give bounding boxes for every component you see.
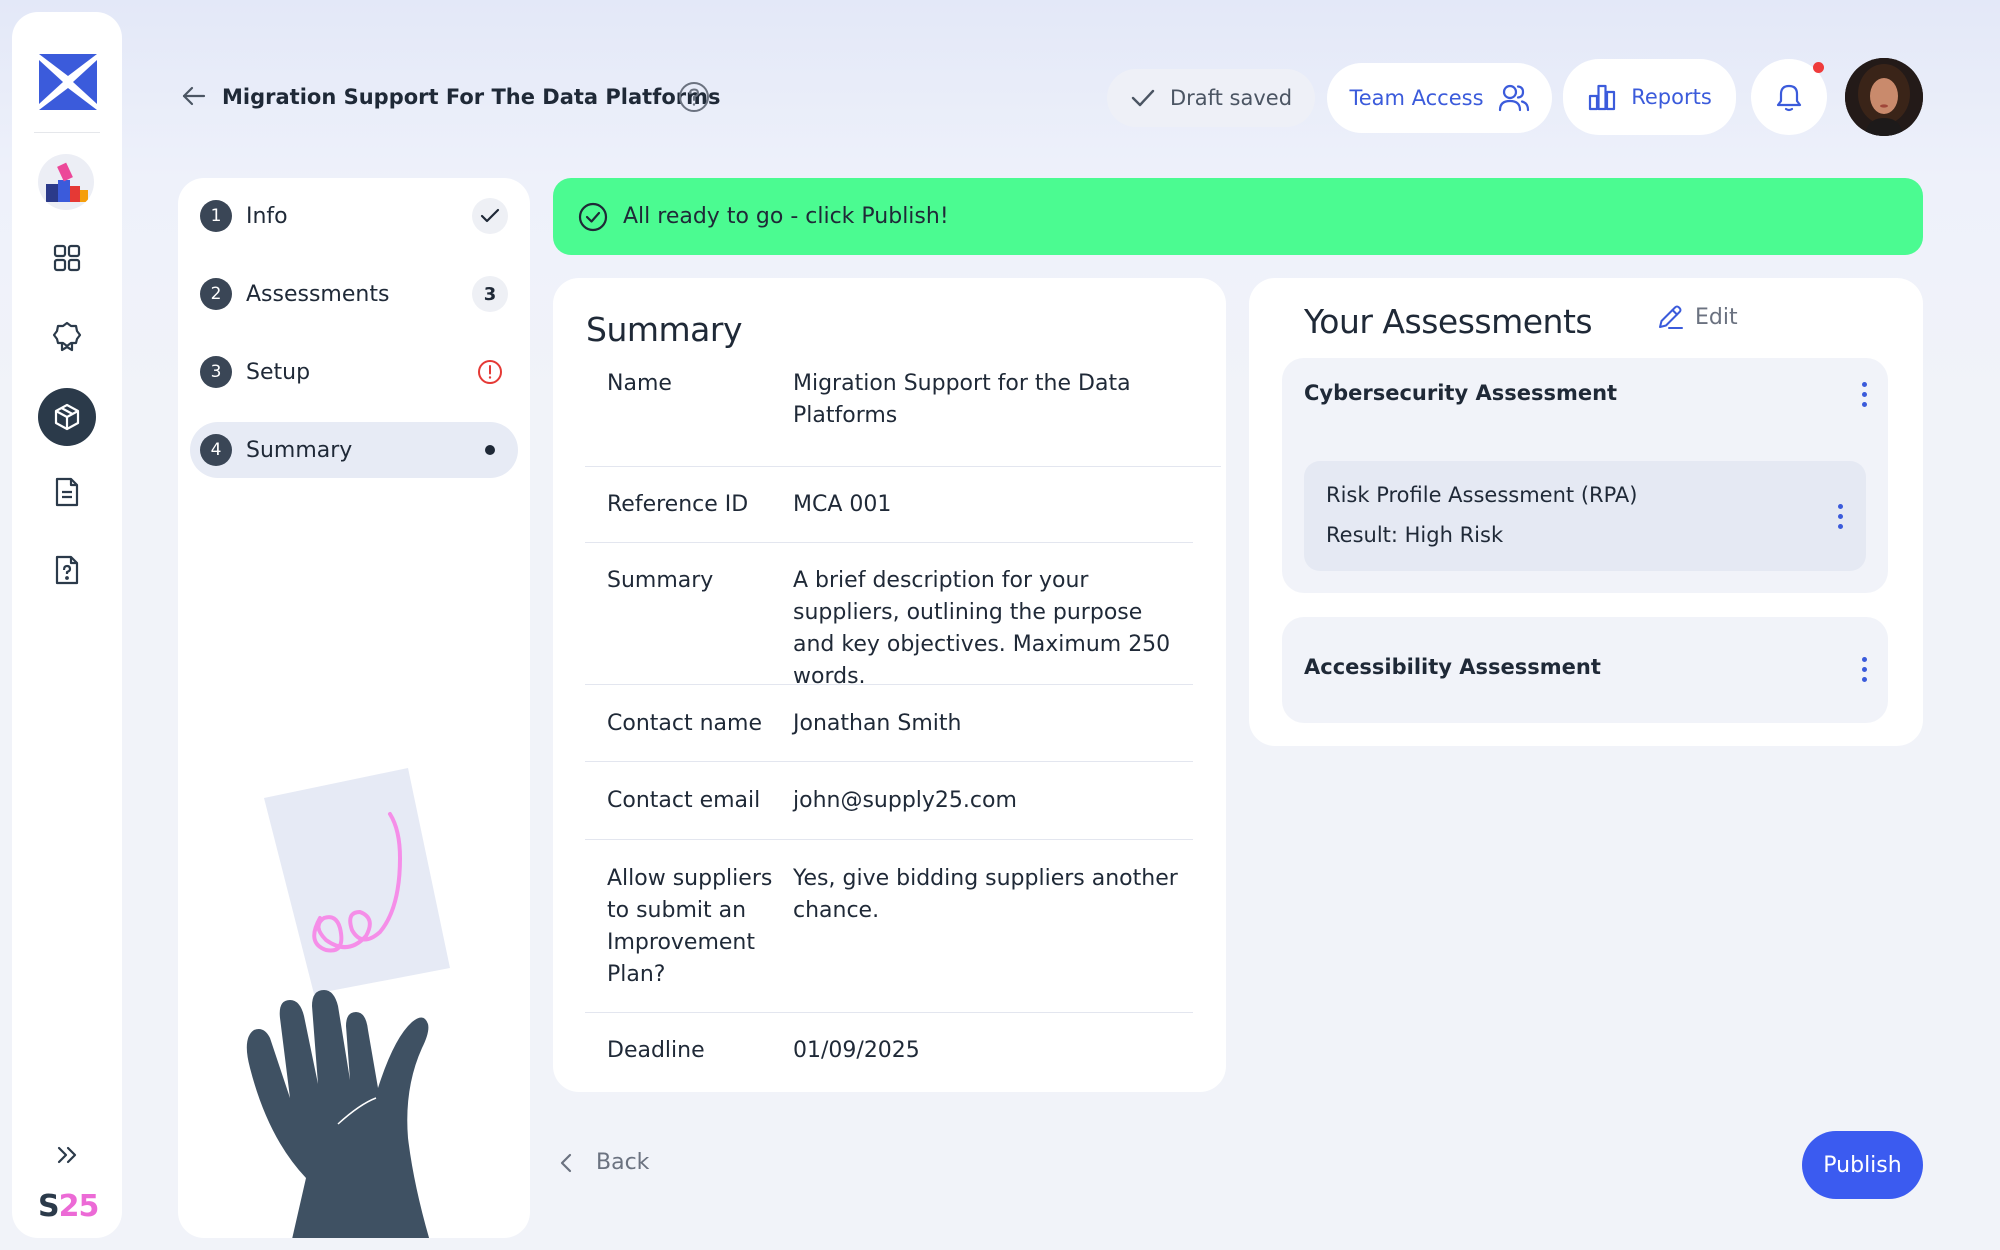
chevron-left-icon [560, 1153, 572, 1172]
step-warning-badge [472, 354, 508, 390]
group-title: Accessibility Assessment [1304, 655, 1601, 679]
row-value: Migration Support for the Data Platforms [793, 371, 1131, 428]
document-icon[interactable] [49, 474, 85, 510]
back-arrow-icon[interactable] [180, 82, 208, 110]
app-logo-icon[interactable] [39, 54, 97, 110]
help-document-icon[interactable] [49, 552, 85, 588]
sidebar-divider [34, 132, 100, 133]
bell-icon [1776, 84, 1802, 112]
draft-status-label: Draft saved [1169, 86, 1293, 110]
summary-row-deadline: Deadline 01/09/2025 [585, 1013, 1193, 1091]
row-label: Summary [607, 568, 714, 593]
edit-assessments-button[interactable]: Edit [1655, 302, 1738, 332]
expand-sidebar-icon[interactable] [52, 1140, 82, 1170]
help-circle-icon[interactable] [678, 81, 710, 113]
summary-row-contact-email: Contact email john@supply25.com [585, 762, 1193, 840]
check-circle-icon [578, 202, 608, 231]
step-number: 4 [200, 434, 232, 466]
steps-panel: 1 Info 2 Assessments 3 3 Setup 4 Summary [178, 178, 530, 1238]
step-label: Assessments [246, 281, 390, 307]
award-badge-icon[interactable] [49, 318, 85, 354]
back-label: Back [596, 1150, 650, 1175]
team-access-button[interactable]: Team Access [1327, 63, 1552, 133]
row-label: Contact email [607, 788, 761, 813]
reports-label: Reports [1631, 85, 1712, 109]
pencil-icon [1659, 305, 1683, 329]
assessment-item[interactable]: Risk Profile Assessment (RPA) Result: Hi… [1304, 461, 1866, 571]
banner-message: All ready to go - click Publish! [623, 204, 949, 229]
step-setup[interactable]: 3 Setup [190, 344, 518, 400]
row-label: Reference ID [607, 492, 749, 517]
publish-button[interactable]: Publish [1802, 1131, 1923, 1199]
step-count-badge: 3 [472, 276, 508, 312]
step-number: 2 [200, 278, 232, 310]
brand-wordmark: S25 [38, 1189, 99, 1224]
row-label: Name [607, 371, 672, 396]
assessment-item-title: Risk Profile Assessment (RPA) [1326, 483, 1638, 507]
row-value: MCA 001 [793, 492, 892, 517]
more-options-icon[interactable] [1854, 653, 1874, 685]
step-assessments[interactable]: 2 Assessments 3 [190, 266, 518, 322]
workspace-avatar[interactable] [38, 154, 94, 210]
assessments-title: Your Assessments [1304, 302, 1593, 341]
assessment-item-result: Result: High Risk [1326, 523, 1504, 547]
summary-row-contact-name: Contact name Jonathan Smith [585, 685, 1193, 762]
summary-row-improvement-plan: Allow suppliers to submit an Improvement… [585, 840, 1193, 1013]
row-value: 01/09/2025 [793, 1038, 920, 1063]
users-icon [1498, 84, 1529, 112]
edit-label: Edit [1695, 304, 1738, 330]
more-options-icon[interactable] [1854, 378, 1874, 410]
warning-icon [478, 360, 502, 384]
step-label: Setup [246, 359, 311, 385]
group-title: Cybersecurity Assessment [1304, 381, 1618, 405]
assessment-group-cybersecurity: Cybersecurity Assessment Risk Profile As… [1282, 358, 1888, 593]
summary-row-summary: Summary A brief description for your sup… [585, 543, 1193, 689]
reports-button[interactable]: Reports [1563, 59, 1736, 135]
sidebar: S25 [12, 12, 122, 1238]
page-title: Migration Support For The Data Platforms [222, 85, 721, 109]
check-icon [1131, 89, 1155, 107]
row-value: Jonathan Smith [793, 711, 962, 736]
summary-title: Summary [586, 310, 742, 349]
back-button[interactable]: Back [556, 1150, 649, 1175]
step-number: 1 [200, 200, 232, 232]
check-icon [480, 208, 500, 223]
assessments-card: Your Assessments Edit Cybersecurity Asse… [1249, 278, 1923, 746]
row-value: A brief description for your suppliers, … [793, 568, 1171, 689]
step-info[interactable]: 1 Info [190, 188, 518, 244]
step-complete-badge [472, 198, 508, 234]
draft-status-pill: Draft saved [1107, 69, 1315, 127]
user-avatar[interactable] [1845, 58, 1923, 136]
step-summary[interactable]: 4 Summary [190, 422, 518, 478]
bar-chart-icon [1589, 84, 1616, 111]
hand-holding-paper-illustration [246, 768, 450, 1238]
row-value: Yes, give bidding suppliers another chan… [793, 866, 1178, 923]
team-access-label: Team Access [1349, 86, 1484, 110]
summary-row-name: Name Migration Support for the Data Plat… [585, 368, 1221, 467]
dashboard-grid-icon[interactable] [49, 240, 85, 276]
row-value: john@supply25.com [793, 788, 1017, 813]
step-label: Info [246, 203, 288, 229]
notification-dot [1813, 62, 1824, 73]
ready-banner: All ready to go - click Publish! [553, 178, 1923, 255]
assessment-group-accessibility: Accessibility Assessment [1282, 617, 1888, 723]
summary-row-reference: Reference ID MCA 001 [585, 467, 1193, 543]
step-label: Summary [246, 437, 353, 463]
summary-card: Summary Name Migration Support for the D… [553, 278, 1226, 1092]
package-cube-icon[interactable] [38, 388, 96, 446]
row-label: Allow suppliers to submit an Improvement… [607, 866, 773, 987]
step-number: 3 [200, 356, 232, 388]
more-options-icon[interactable] [1830, 500, 1850, 532]
row-label: Deadline [607, 1038, 705, 1063]
step-current-badge [472, 432, 508, 468]
row-label: Contact name [607, 711, 762, 736]
